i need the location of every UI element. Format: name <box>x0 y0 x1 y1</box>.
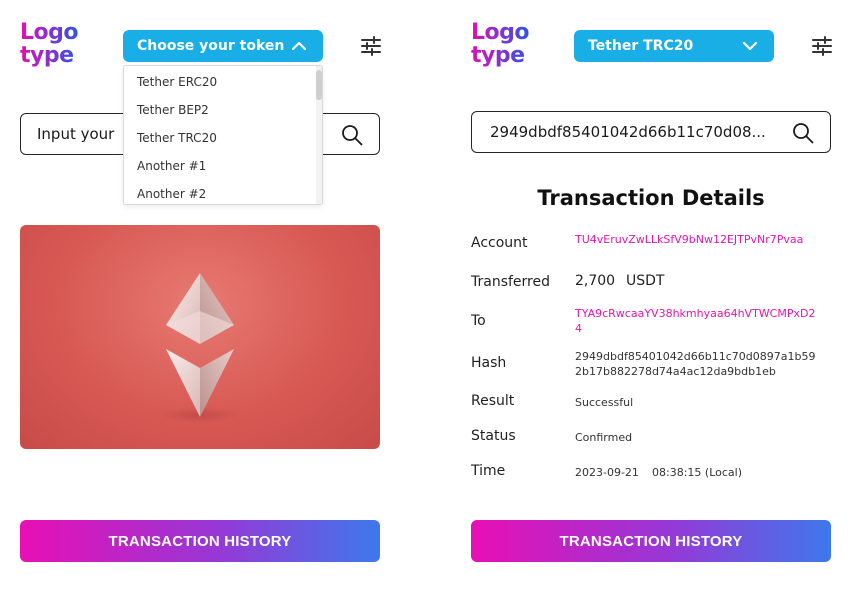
filter-sliders-icon[interactable] <box>812 36 832 56</box>
chevron-up-icon <box>291 41 307 51</box>
hash-value: 2949dbdf85401042d66b11c70d0897a1b592b17b… <box>575 350 816 378</box>
to-label: To <box>471 313 486 329</box>
transaction-history-button[interactable]: TRANSACTION HISTORY <box>471 520 831 562</box>
chevron-down-icon <box>742 41 758 51</box>
transaction-history-button[interactable]: TRANSACTION HISTORY <box>20 520 380 562</box>
logo-line2: type <box>471 45 529 67</box>
ethereum-logo <box>160 273 240 423</box>
search-icon[interactable] <box>792 122 814 144</box>
filter-sliders-icon[interactable] <box>361 36 381 56</box>
token-select[interactable]: Tether TRC20 <box>574 30 774 62</box>
time-label: Time <box>471 463 506 479</box>
transferred-label: Transferred <box>471 274 550 290</box>
dropdown-scrollbar-thumb[interactable] <box>316 70 322 100</box>
logo-line1: Logo <box>471 20 530 45</box>
dropdown-option[interactable]: Another #1 <box>124 152 322 180</box>
transferred-unit: USDT <box>626 273 665 289</box>
ethereum-image <box>20 225 380 449</box>
token-select-label: Choose your token <box>137 38 285 54</box>
token-select[interactable]: Choose your token <box>123 30 323 62</box>
search-box <box>471 111 831 153</box>
logo-line1: Logo <box>20 20 79 45</box>
search-icon[interactable] <box>341 124 363 146</box>
search-input[interactable] <box>490 121 785 143</box>
result-value: Successful <box>575 396 634 409</box>
hash-label: Hash <box>471 355 507 371</box>
time-clock: 08:38:15 (Local) <box>652 466 742 479</box>
result-label: Result <box>471 393 515 409</box>
dropdown-option[interactable]: Tether BEP2 <box>124 96 322 124</box>
account-label: Account <box>471 235 528 251</box>
account-value[interactable]: TU4vEruvZwLLkSfV9bNw12EJTPvNr7Pvaa <box>575 232 820 247</box>
dropdown-option[interactable]: Tether ERC20 <box>124 68 322 96</box>
logo: Logo type <box>471 20 530 67</box>
logo-line2: type <box>20 45 78 67</box>
dropdown-option[interactable]: Another #2 <box>124 180 322 204</box>
token-select-label: Tether TRC20 <box>588 38 694 54</box>
logo: Logo type <box>20 20 79 67</box>
status-value: Confirmed <box>575 431 633 444</box>
time-date: 2023-09-21 <box>575 466 639 479</box>
transferred-amount: 2,700 <box>575 273 616 289</box>
details-title: Transaction Details <box>537 186 765 210</box>
to-value[interactable]: TYA9cRwcaaYV38hkmhyaa64hVTWCMPxD24 <box>575 306 820 336</box>
token-dropdown-list: Tether ERC20 Tether BEP2 Tether TRC20 An… <box>123 65 323 205</box>
dropdown-option[interactable]: Tether TRC20 <box>124 124 322 152</box>
status-label: Status <box>471 428 516 444</box>
